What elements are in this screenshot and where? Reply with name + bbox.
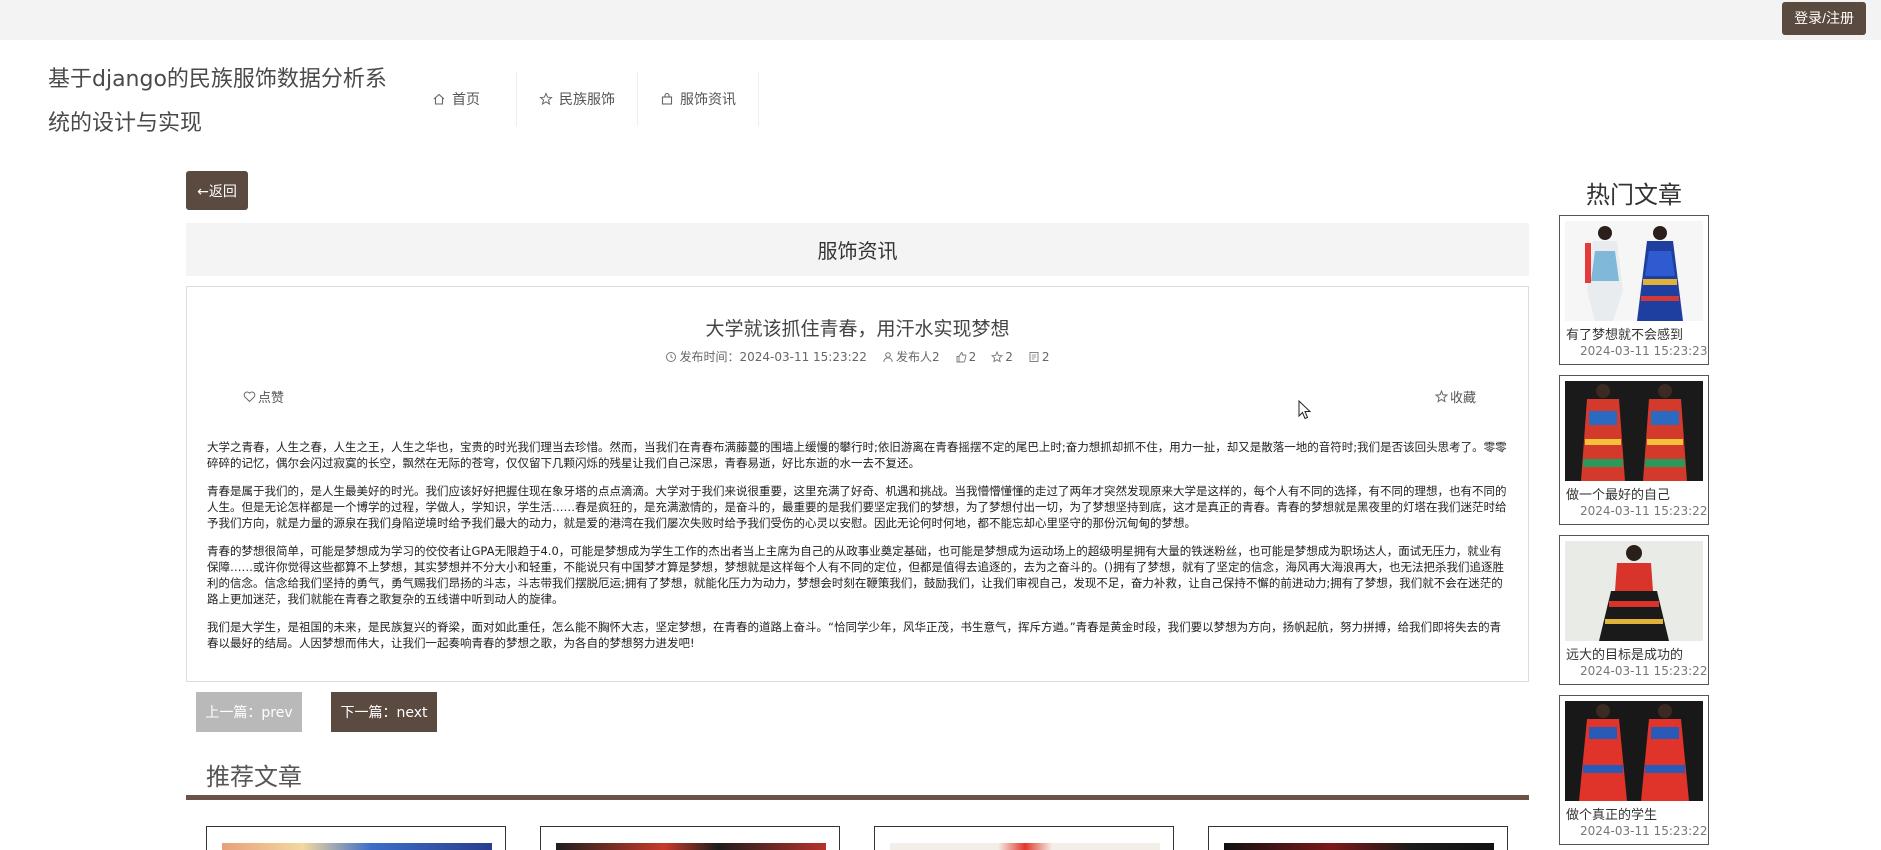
prev-article-button[interactable]: 上一篇：prev bbox=[196, 692, 302, 732]
recommend-thumbnail bbox=[222, 843, 492, 850]
hot-article-card[interactable]: 有了梦想就不会感到 2024-03-11 15:23:23 bbox=[1559, 215, 1709, 365]
like-count: 2 bbox=[955, 348, 976, 365]
hot-article-card[interactable]: 做个真正的学生 2024-03-11 15:23:22 bbox=[1559, 695, 1709, 845]
recommend-divider bbox=[186, 795, 1529, 800]
article-paragraph: 大学之青春，人生之春，人生之王，人生之华也，宝贵的时光我们理当去珍惜。然而，当我… bbox=[207, 440, 1507, 470]
hot-article-card[interactable]: 做一个最好的自己 2024-03-11 15:23:22 bbox=[1559, 375, 1709, 525]
nav-item-ethnic-costumes[interactable]: 民族服饰 bbox=[517, 72, 638, 126]
hot-article-title: 做个真正的学生 bbox=[1566, 808, 1658, 823]
heart-icon bbox=[243, 391, 256, 403]
hot-article-title: 有了梦想就不会感到 bbox=[1566, 328, 1684, 343]
recommend-card[interactable] bbox=[206, 826, 506, 850]
article-content: 大学之青春，人生之春，人生之王，人生之华也，宝贵的时光我们理当去珍惜。然而，当我… bbox=[207, 439, 1507, 663]
like-button[interactable]: 点赞 bbox=[243, 387, 284, 406]
hot-article-date: 2024-03-11 15:23:22 bbox=[1580, 664, 1708, 678]
nav-item-label: 首页 bbox=[452, 92, 480, 108]
hot-article-title: 做一个最好的自己 bbox=[1566, 488, 1671, 503]
nav-item-label: 民族服饰 bbox=[559, 92, 615, 108]
favorite-count: 2 bbox=[991, 348, 1013, 365]
hot-article-date: 2024-03-11 15:23:22 bbox=[1580, 504, 1708, 518]
publisher: 发布人2 bbox=[882, 348, 940, 365]
hot-article-date: 2024-03-11 15:23:23 bbox=[1580, 344, 1708, 358]
login-register-button[interactable]: 登录/注册 bbox=[1782, 2, 1866, 35]
star-icon bbox=[1434, 390, 1448, 403]
star-icon bbox=[991, 350, 1004, 363]
recommend-title: 推荐文章 bbox=[206, 763, 302, 791]
publish-time: 发布时间：2024-03-11 15:23:22 bbox=[665, 348, 867, 365]
hot-article-image bbox=[1565, 701, 1703, 801]
user-icon bbox=[883, 351, 893, 362]
thumb-up-icon bbox=[956, 351, 966, 362]
comment-count: 2 bbox=[1028, 348, 1050, 365]
top-bar: 登录/注册 bbox=[0, 0, 1881, 40]
hot-article-image bbox=[1565, 221, 1703, 321]
bag-icon bbox=[661, 92, 673, 105]
star-icon bbox=[539, 92, 553, 106]
article-paragraph: 青春的梦想很简单，可能是梦想成为学习的佼佼者让GPA无限趋于4.0，可能是梦想成… bbox=[207, 544, 1504, 606]
hot-article-title: 远大的目标是成功的 bbox=[1566, 648, 1684, 663]
nav-item-label: 服饰资讯 bbox=[680, 92, 736, 108]
home-icon bbox=[433, 93, 445, 105]
recommend-card[interactable] bbox=[1208, 826, 1508, 850]
hot-article-date: 2024-03-11 15:23:22 bbox=[1580, 824, 1708, 838]
article-panel: 大学就该抓住青春，用汗水实现梦想 发布时间：2024-03-11 15:23:2… bbox=[186, 286, 1529, 682]
article-paragraph: 我们是大学生，是祖国的未来，是民族复兴的脊梁，面对如此重任，怎么能不胸怀大志，坚… bbox=[207, 620, 1502, 650]
recommend-card[interactable] bbox=[540, 826, 840, 850]
mouse-cursor-icon bbox=[1298, 400, 1312, 420]
favorite-button[interactable]: 收藏 bbox=[1434, 387, 1476, 406]
back-button[interactable]: ←返回 bbox=[186, 171, 248, 210]
article-paragraph: 青春是属于我们的，是人生最美好的时光。我们应该好好把握住现在象牙塔的点点滴滴。大… bbox=[207, 484, 1507, 530]
recommend-card[interactable] bbox=[874, 826, 1174, 850]
article-meta: 发布时间：2024-03-11 15:23:22 发布人2 2 2 2 bbox=[187, 348, 1528, 365]
document-icon bbox=[1029, 351, 1039, 362]
hot-article-image bbox=[1565, 381, 1703, 481]
article-title: 大学就该抓住青春，用汗水实现梦想 bbox=[705, 318, 1010, 340]
main-nav: 首页 民族服饰 服饰资讯 bbox=[415, 72, 759, 126]
hot-article-image bbox=[1565, 541, 1703, 641]
nav-item-costume-news[interactable]: 服饰资讯 bbox=[638, 72, 759, 126]
recommend-thumbnail bbox=[890, 843, 1160, 850]
nav-item-home[interactable]: 首页 bbox=[415, 72, 517, 126]
site-title: 基于django的民族服饰数据分析系统的设计与实现 bbox=[48, 67, 387, 136]
clock-icon bbox=[666, 351, 677, 362]
recommend-thumbnail bbox=[1224, 843, 1494, 850]
section-title: 服饰资讯 bbox=[186, 223, 1529, 276]
hot-article-card[interactable]: 远大的目标是成功的 2024-03-11 15:23:22 bbox=[1559, 535, 1709, 685]
recommend-thumbnail bbox=[556, 843, 826, 850]
next-article-button[interactable]: 下一篇：next bbox=[331, 692, 437, 732]
hot-articles-title: 热门文章 bbox=[1586, 181, 1682, 209]
